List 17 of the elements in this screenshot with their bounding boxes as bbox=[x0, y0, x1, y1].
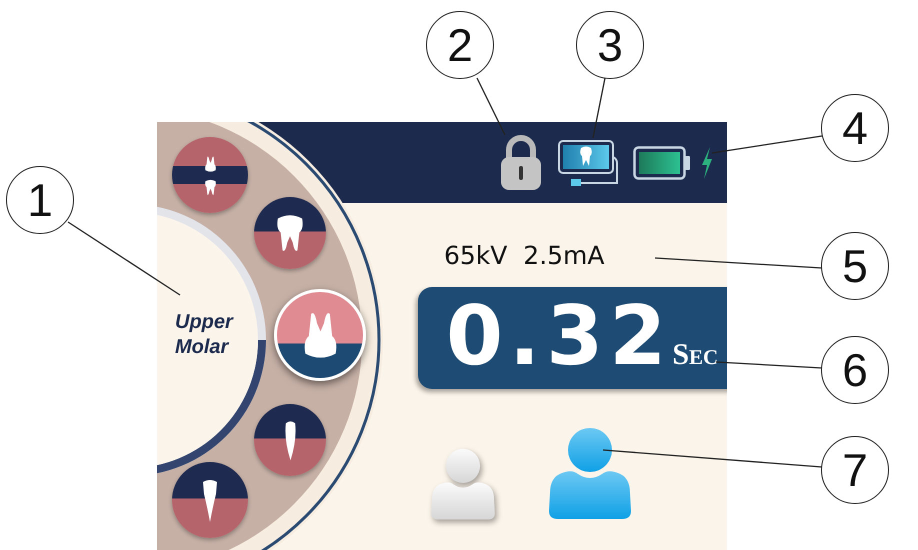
tooth-icon bbox=[202, 478, 218, 522]
leader-line bbox=[476, 78, 506, 136]
callout-number: 4 bbox=[821, 94, 889, 162]
exposure-time: 0.32 bbox=[446, 288, 672, 386]
callout-number: 1 bbox=[6, 166, 74, 234]
tooth-selection-label: Upper Molar bbox=[175, 310, 235, 360]
time-unit: Sec bbox=[672, 338, 718, 372]
patient-button[interactable] bbox=[548, 427, 632, 521]
tooth-icon bbox=[284, 419, 296, 461]
callout-number: 3 bbox=[576, 11, 644, 79]
callout-number: 7 bbox=[821, 436, 889, 504]
exposure-settings: 65kV 2.5mA bbox=[444, 241, 606, 271]
callout-number: 5 bbox=[821, 232, 889, 300]
callout-number: 6 bbox=[821, 336, 889, 404]
battery-icon bbox=[633, 146, 691, 180]
callout-number: 2 bbox=[426, 11, 494, 79]
leader-line bbox=[592, 78, 606, 138]
